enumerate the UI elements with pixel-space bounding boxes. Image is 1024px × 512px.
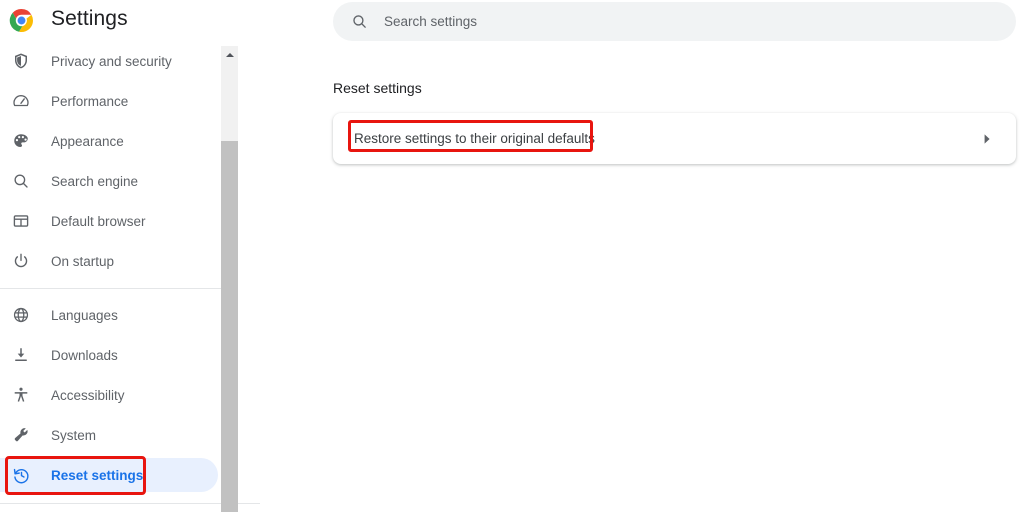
- sidebar-item-on-startup[interactable]: On startup: [0, 241, 221, 281]
- sidebar-item-label: Default browser: [51, 213, 146, 229]
- sidebar-item-privacy-and-security[interactable]: Privacy and security: [0, 41, 221, 81]
- sidebar-item-search-engine[interactable]: Search engine: [0, 161, 221, 201]
- accessibility-icon: [11, 385, 31, 405]
- settings-page: Settings Privacy and security Performanc…: [0, 0, 1024, 512]
- sidebar-item-label: Reset settings: [51, 467, 144, 483]
- restore-defaults-row[interactable]: Restore settings to their original defau…: [333, 113, 1016, 164]
- browser-window-icon: [11, 211, 31, 231]
- sidebar-item-label: Performance: [51, 93, 129, 109]
- brand-header: Settings: [0, 0, 221, 41]
- scroll-up-arrow-glyph: [225, 52, 234, 57]
- sidebar-scrollbar[interactable]: [221, 46, 238, 512]
- sidebar-item-label: Appearance: [51, 133, 124, 149]
- main-content: Reset settings Restore settings to their…: [238, 0, 1024, 512]
- chevron-right-icon: [982, 133, 992, 145]
- sidebar-item-system[interactable]: System: [0, 415, 221, 455]
- sidebar-item-label: On startup: [51, 253, 115, 269]
- sidebar-item-accessibility[interactable]: Accessibility: [0, 375, 221, 415]
- sidebar-item-reset-settings[interactable]: Reset settings: [0, 455, 221, 495]
- sidebar-item-appearance[interactable]: Appearance: [0, 121, 221, 161]
- sidebar-nav: Privacy and security Performance Appeara…: [0, 41, 221, 495]
- shield-icon: [11, 51, 31, 71]
- sidebar-divider: [0, 288, 221, 289]
- page-title: Settings: [51, 7, 128, 30]
- scroll-up-arrow-icon[interactable]: [221, 46, 238, 63]
- chrome-logo-icon: [9, 8, 34, 33]
- scrollbar-thumb[interactable]: [221, 141, 238, 512]
- power-icon: [11, 251, 31, 271]
- sidebar-item-default-browser[interactable]: Default browser: [0, 201, 221, 241]
- sidebar-item-performance[interactable]: Performance: [0, 81, 221, 121]
- sidebar-item-label: System: [51, 427, 97, 443]
- sidebar-item-label: Accessibility: [51, 387, 125, 403]
- sidebar-item-label: Privacy and security: [51, 53, 172, 69]
- sidebar-item-label: Languages: [51, 307, 118, 323]
- section-title: Reset settings: [333, 80, 422, 96]
- globe-icon: [11, 305, 31, 325]
- search-icon: [350, 13, 368, 31]
- sidebar-item-label: Downloads: [51, 347, 118, 363]
- search-settings-bar[interactable]: [333, 2, 1016, 41]
- search-icon: [11, 171, 31, 191]
- download-icon: [11, 345, 31, 365]
- search-input[interactable]: [384, 10, 944, 33]
- restore-defaults-label: Restore settings to their original defau…: [354, 131, 595, 146]
- wrench-icon: [11, 425, 31, 445]
- restore-history-icon: [11, 465, 31, 485]
- sidebar: Settings Privacy and security Performanc…: [0, 0, 260, 512]
- sidebar-item-label: Search engine: [51, 173, 139, 189]
- palette-icon: [11, 131, 31, 151]
- sidebar-item-downloads[interactable]: Downloads: [0, 335, 221, 375]
- speedometer-icon: [11, 91, 31, 111]
- sidebar-item-languages[interactable]: Languages: [0, 295, 221, 335]
